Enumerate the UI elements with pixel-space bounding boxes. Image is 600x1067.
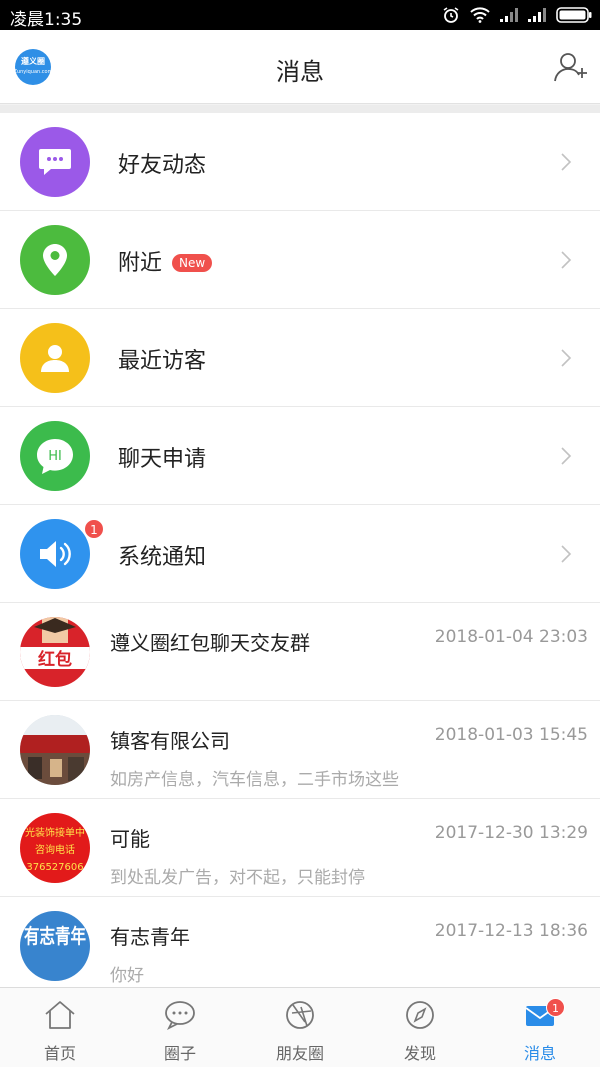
avatar: 光装饰接单中 咨询电话 376527606 bbox=[20, 813, 90, 883]
hi-icon-text: HI bbox=[48, 449, 62, 464]
tab-label: 首页 bbox=[43, 1044, 76, 1063]
tab-messages[interactable]: 1 消息 bbox=[480, 988, 600, 1067]
hi-bubble-icon: HI bbox=[20, 421, 90, 491]
status-icons bbox=[442, 4, 592, 26]
conversation-preview: 如房产信息，汽车信息，二手市场这些 bbox=[110, 770, 399, 790]
status-time: 凌晨1:35 bbox=[10, 10, 83, 30]
new-badge: New bbox=[172, 254, 213, 272]
conversation-time: 2017-12-13 18:36 bbox=[434, 921, 588, 941]
add-friend-icon[interactable] bbox=[552, 48, 590, 86]
conversation-item[interactable]: 光装饰接单中 咨询电话 376527606 可能 2017-12-30 13:2… bbox=[0, 799, 600, 897]
menu-item-label: 最近访客 bbox=[118, 349, 207, 374]
menu-item-label: 附近 New bbox=[118, 245, 213, 277]
menu-item-recent-visitors[interactable]: 最近访客 bbox=[0, 309, 600, 407]
conversation-name: 遵义圈红包聊天交友群 bbox=[110, 631, 310, 655]
tab-home[interactable]: 首页 bbox=[0, 988, 120, 1067]
chevron-right-icon bbox=[561, 153, 572, 171]
tab-label: 发现 bbox=[403, 1044, 436, 1063]
conversation-preview: 你好 bbox=[110, 966, 144, 986]
conversation-time: 2018-01-04 23:03 bbox=[434, 627, 588, 647]
notification-count-badge: 1 bbox=[84, 519, 104, 539]
menu-item-label: 聊天申请 bbox=[118, 447, 207, 472]
menu-item-label: 系统通知 bbox=[118, 545, 207, 570]
status-bar: 凌晨1:35 bbox=[0, 0, 600, 30]
page-title: 消息 bbox=[276, 58, 324, 86]
tab-label: 朋友圈 bbox=[275, 1044, 324, 1063]
avatar-text-line-3: 376527606 bbox=[26, 862, 83, 873]
avatar: 有志青年 bbox=[20, 911, 90, 981]
menu-item-label: 好友动态 bbox=[118, 153, 207, 178]
chevron-right-icon bbox=[561, 251, 572, 269]
conversation-item[interactable]: 镇客有限公司 2018-01-03 15:45 如房产信息，汽车信息，二手市场这… bbox=[0, 701, 600, 799]
tab-moments[interactable]: 朋友圈 bbox=[240, 988, 360, 1067]
chevron-right-icon bbox=[561, 447, 572, 465]
chevron-right-icon bbox=[561, 349, 572, 367]
conversation-name: 有志青年 bbox=[110, 925, 190, 949]
conversation-item[interactable]: 红包 遵义圈红包聊天交友群 2018-01-04 23:03 bbox=[0, 603, 600, 701]
bottom-tab-bar: 首页 圈子 朋友圈 发现 1 消息 bbox=[0, 987, 600, 1067]
location-pin-icon bbox=[20, 225, 90, 295]
conversation-time: 2018-01-03 15:45 bbox=[434, 725, 588, 745]
chat-bubble-icon bbox=[20, 127, 90, 197]
avatar: 红包 bbox=[20, 617, 90, 687]
avatar-text: 有志青年 bbox=[24, 924, 86, 948]
alarm-icon bbox=[443, 7, 459, 23]
person-icon bbox=[20, 323, 90, 393]
messages-tab-badge: 1 bbox=[546, 998, 565, 1017]
conversation-time: 2017-12-30 13:29 bbox=[434, 823, 588, 843]
menu-item-friend-activity[interactable]: 好友动态 bbox=[0, 113, 600, 211]
speaker-icon bbox=[20, 519, 90, 589]
wifi-icon bbox=[470, 7, 490, 23]
message-list: 好友动态 附近 New 最近访客 HI 聊天申请 1 系统通知 红包 遵义圈红包… bbox=[0, 113, 600, 995]
circle-chat-icon bbox=[165, 1001, 195, 1030]
menu-item-system-notifications[interactable]: 1 系统通知 bbox=[0, 505, 600, 603]
avatar-text-line-2: 咨询电话 bbox=[35, 843, 75, 856]
tab-label: 消息 bbox=[523, 1044, 556, 1063]
compass-icon bbox=[406, 1001, 434, 1029]
tab-discover[interactable]: 发现 bbox=[360, 988, 480, 1067]
menu-item-chat-requests[interactable]: HI 聊天申请 bbox=[0, 407, 600, 505]
avatar-text-line-1: 光装饰接单中 bbox=[25, 826, 85, 839]
section-gap bbox=[0, 105, 600, 113]
conversation-preview: 到处乱发广告，对不起，只能封停 bbox=[110, 868, 365, 888]
signal-icon bbox=[500, 8, 518, 22]
menu-item-nearby[interactable]: 附近 New bbox=[0, 211, 600, 309]
signal-icon-2 bbox=[528, 8, 546, 22]
conversation-item[interactable]: 有志青年 有志青年 2017-12-13 18:36 你好 bbox=[0, 897, 600, 995]
tab-circles[interactable]: 圈子 bbox=[120, 988, 240, 1067]
aperture-icon bbox=[286, 1001, 314, 1029]
avatar bbox=[20, 715, 90, 785]
conversation-name: 镇客有限公司 bbox=[110, 729, 230, 753]
chevron-right-icon bbox=[561, 545, 572, 563]
avatar-text: 红包 bbox=[38, 649, 72, 670]
home-icon bbox=[45, 1001, 75, 1029]
battery-icon bbox=[556, 7, 592, 23]
tab-label: 圈子 bbox=[163, 1044, 196, 1063]
menu-item-label-text: 附近 bbox=[118, 251, 163, 276]
header: 遵义圈 Zunyiquan.com 消息 bbox=[0, 30, 600, 104]
conversation-name: 可能 bbox=[110, 827, 150, 851]
